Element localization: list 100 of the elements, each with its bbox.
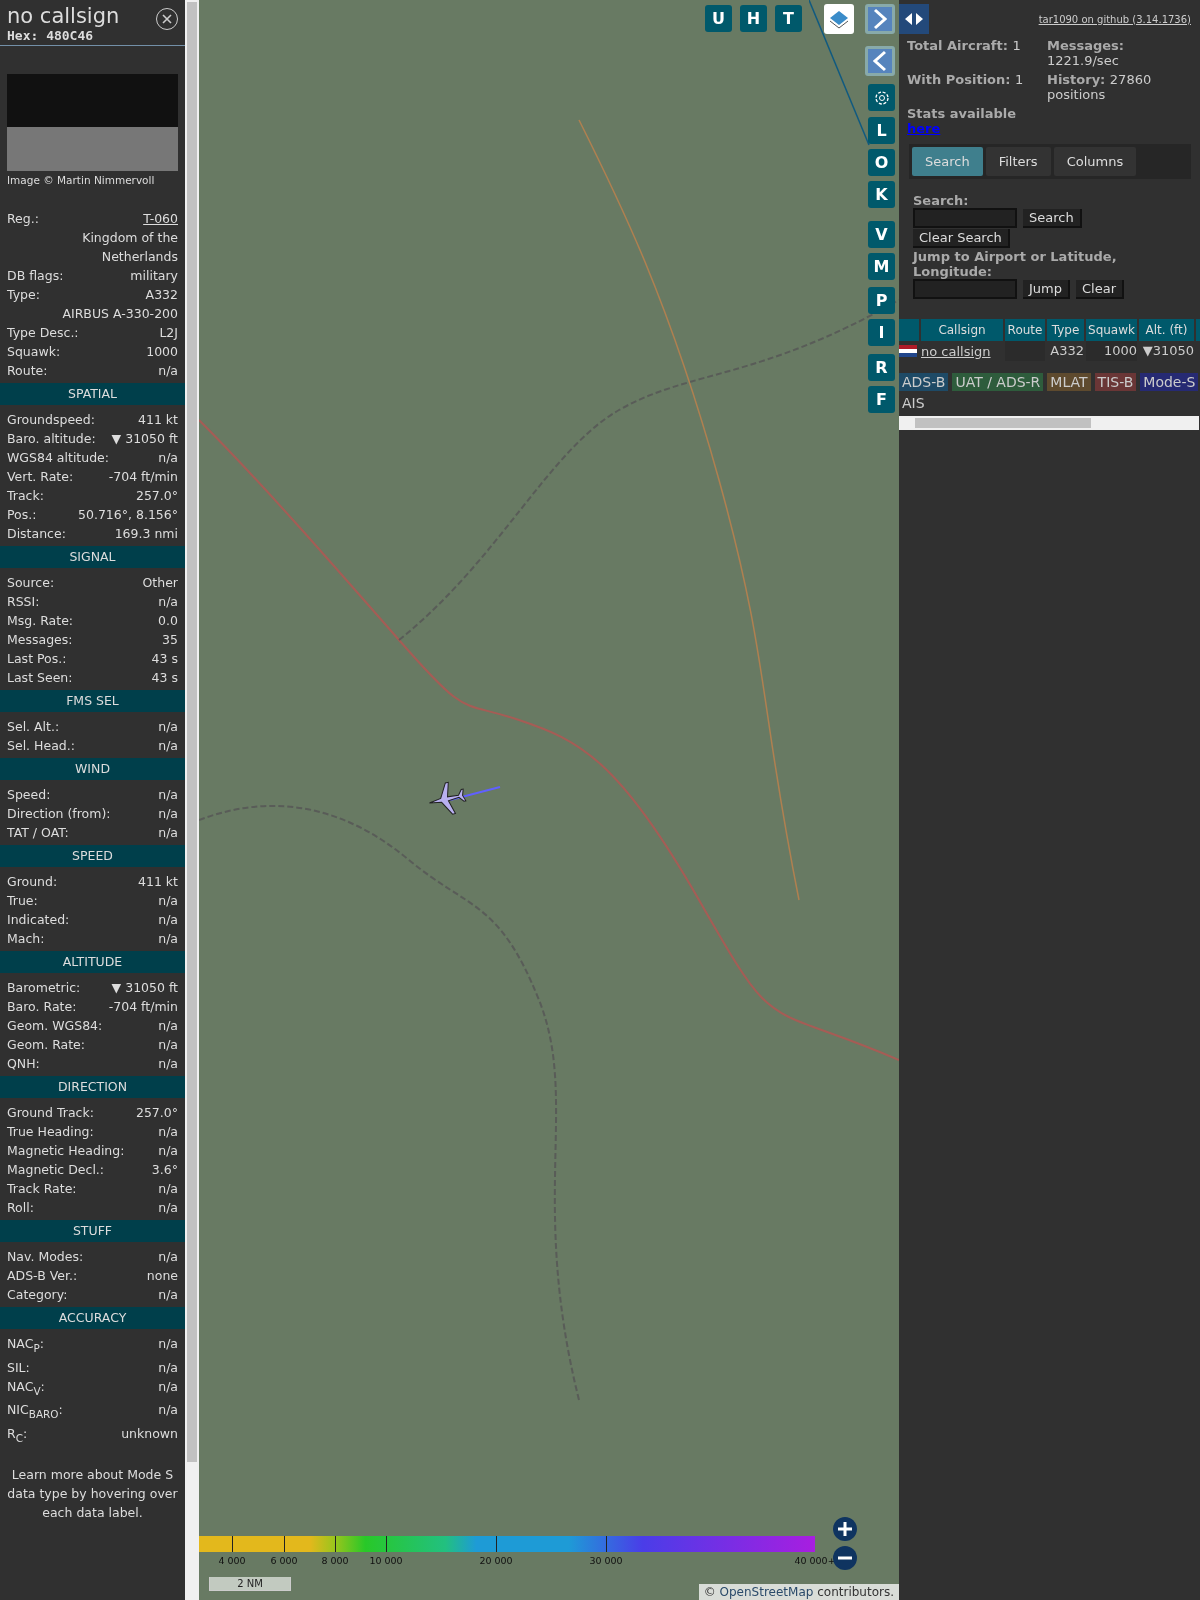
stat-text: History: 27860 positions bbox=[1047, 72, 1153, 102]
info-value: unknown bbox=[121, 1424, 178, 1443]
column-header[interactable]: Route bbox=[1005, 319, 1045, 341]
info-label: NIC$_{BARO}$: bbox=[7, 1401, 63, 1422]
info-label: Type Desc.: bbox=[7, 324, 79, 342]
section-header: ACCURACY bbox=[0, 1307, 185, 1329]
table-header bbox=[899, 319, 919, 341]
section-header: DIRECTION bbox=[0, 1076, 185, 1098]
info-value: n/a bbox=[158, 593, 178, 611]
info-label: Sel. Head.: bbox=[7, 737, 75, 755]
callsign-link[interactable]: no callsign bbox=[921, 343, 991, 359]
info-value: A332 bbox=[145, 286, 178, 304]
panel-toggle-button[interactable] bbox=[899, 4, 929, 34]
tab[interactable]: Columns bbox=[1053, 147, 1137, 176]
attribution-link[interactable]: OpenStreetMap bbox=[719, 1585, 814, 1599]
info-value: 257.0° bbox=[135, 487, 178, 505]
info-value: n/a bbox=[158, 1335, 178, 1353]
map-toggle-button[interactable]: P bbox=[868, 287, 895, 314]
info-value: n/a bbox=[158, 1123, 178, 1141]
column-header[interactable]: Callsign bbox=[921, 319, 1003, 341]
search-label: Search: bbox=[913, 193, 970, 208]
scrollbar[interactable] bbox=[185, 0, 199, 1600]
info-label: Magnetic Decl.: bbox=[7, 1161, 105, 1179]
info-value: n/a bbox=[158, 911, 178, 929]
column-header[interactable]: Alt. (ft) bbox=[1139, 319, 1194, 341]
info-label: DB flags: bbox=[7, 267, 64, 285]
layers-icon bbox=[828, 8, 850, 30]
info-value: -704 ft/min bbox=[108, 998, 178, 1016]
photo-credit: Image © Martin Nimmervoll bbox=[6, 173, 156, 186]
stat-text: Total Aircraft: 1 bbox=[907, 38, 1022, 55]
info-value: n/a bbox=[158, 1358, 178, 1377]
info-label: TAT / OAT: bbox=[7, 824, 69, 842]
legend-label: 30 000 bbox=[589, 1555, 623, 1566]
info-value: 43 s bbox=[151, 669, 178, 687]
flag-icon bbox=[899, 345, 917, 357]
hex-code: Hex: 480C46 bbox=[7, 28, 95, 43]
info-label: Roll: bbox=[7, 1199, 34, 1217]
zoom-out-button[interactable] bbox=[833, 1546, 857, 1570]
layers-button[interactable] bbox=[824, 4, 854, 34]
info-value: n/a bbox=[158, 1401, 178, 1419]
registration-link[interactable]: T-060 bbox=[143, 209, 178, 228]
info-label: Ground Track: bbox=[7, 1104, 94, 1122]
plus-icon bbox=[837, 1521, 853, 1537]
info-label: Baro. altitude: bbox=[7, 430, 96, 448]
table-cell-text: ▼31050 bbox=[1141, 342, 1194, 360]
info-label: R$_{C}$: bbox=[7, 1424, 28, 1445]
map-toggle-button[interactable]: I bbox=[868, 319, 895, 346]
column-header[interactable]: Type bbox=[1047, 319, 1084, 341]
tab[interactable]: Filters bbox=[985, 147, 1051, 176]
version-link[interactable]: tar1090 on github (3.14.1736) bbox=[1038, 13, 1191, 25]
info-value: ▼ 31050 ft bbox=[111, 430, 178, 448]
map-toggle-button[interactable]: U bbox=[705, 5, 732, 32]
next-button[interactable] bbox=[865, 4, 895, 34]
search-field[interactable] bbox=[913, 208, 1017, 228]
zoom-in-button[interactable] bbox=[833, 1517, 857, 1541]
map-toggle-button[interactable]: L bbox=[868, 117, 895, 144]
info-value: n/a bbox=[158, 362, 178, 380]
search-button[interactable]: Search bbox=[1023, 208, 1082, 228]
jump-field[interactable] bbox=[913, 279, 1017, 299]
legend-label: 10 000 bbox=[369, 1555, 403, 1566]
map-toggle-button[interactable]: M bbox=[868, 253, 895, 280]
info-label: Type: bbox=[7, 286, 40, 304]
info-label: WGS84 altitude: bbox=[7, 449, 110, 467]
table-cell: 1000 bbox=[1086, 341, 1137, 361]
section-header: WIND bbox=[0, 758, 185, 780]
info-label: Messages: bbox=[7, 631, 73, 649]
info-label: Groundspeed: bbox=[7, 411, 95, 429]
map-toggle-button[interactable]: F bbox=[868, 386, 895, 413]
info-label: Direction (from): bbox=[7, 805, 111, 823]
clear-button[interactable]: Clear bbox=[1076, 279, 1124, 299]
info-value: AIRBUS A-330-200 bbox=[61, 305, 178, 323]
clear-search-button[interactable]: Clear Search bbox=[913, 229, 1010, 248]
info-label: Pos.: bbox=[7, 506, 37, 524]
map-toggle-button[interactable]: R bbox=[868, 354, 895, 381]
column-header[interactable]: Squawk bbox=[1086, 319, 1137, 341]
info-label: Indicated: bbox=[7, 911, 70, 929]
info-value: 411 kt bbox=[138, 411, 178, 429]
info-label: NAC$_{V}$: bbox=[7, 1377, 45, 1398]
map-toggle-button[interactable]: H bbox=[740, 5, 767, 32]
map-toggle-button[interactable]: T bbox=[775, 5, 802, 32]
horizontal-scrollbar[interactable] bbox=[899, 416, 1199, 430]
info-value: 1000 bbox=[146, 343, 178, 361]
info-value: 50.716°, 8.156° bbox=[78, 506, 178, 524]
stats-note: Stats available bbox=[907, 106, 1018, 121]
map-toggle-button[interactable]: K bbox=[868, 181, 895, 208]
info-value: Other bbox=[142, 574, 178, 592]
previous-button[interactable] bbox=[865, 46, 895, 76]
info-value: n/a bbox=[158, 737, 178, 755]
section-header: ALTITUDE bbox=[0, 951, 185, 973]
info-value: 411 kt bbox=[138, 873, 178, 891]
map-attribution: © OpenStreetMap contributors. bbox=[698, 1584, 899, 1600]
map-toggle-button[interactable]: O bbox=[868, 149, 895, 176]
info-value: 3.6° bbox=[151, 1161, 178, 1179]
info-label: Geom. WGS84: bbox=[7, 1017, 103, 1035]
info-label: Last Pos.: bbox=[7, 650, 67, 668]
info-value: n/a bbox=[158, 1377, 178, 1396]
info-label: Ground: bbox=[7, 873, 58, 891]
jump-button[interactable]: Jump bbox=[1023, 279, 1070, 299]
settings-button[interactable] bbox=[868, 84, 895, 111]
map-toggle-button[interactable]: V bbox=[868, 221, 895, 248]
